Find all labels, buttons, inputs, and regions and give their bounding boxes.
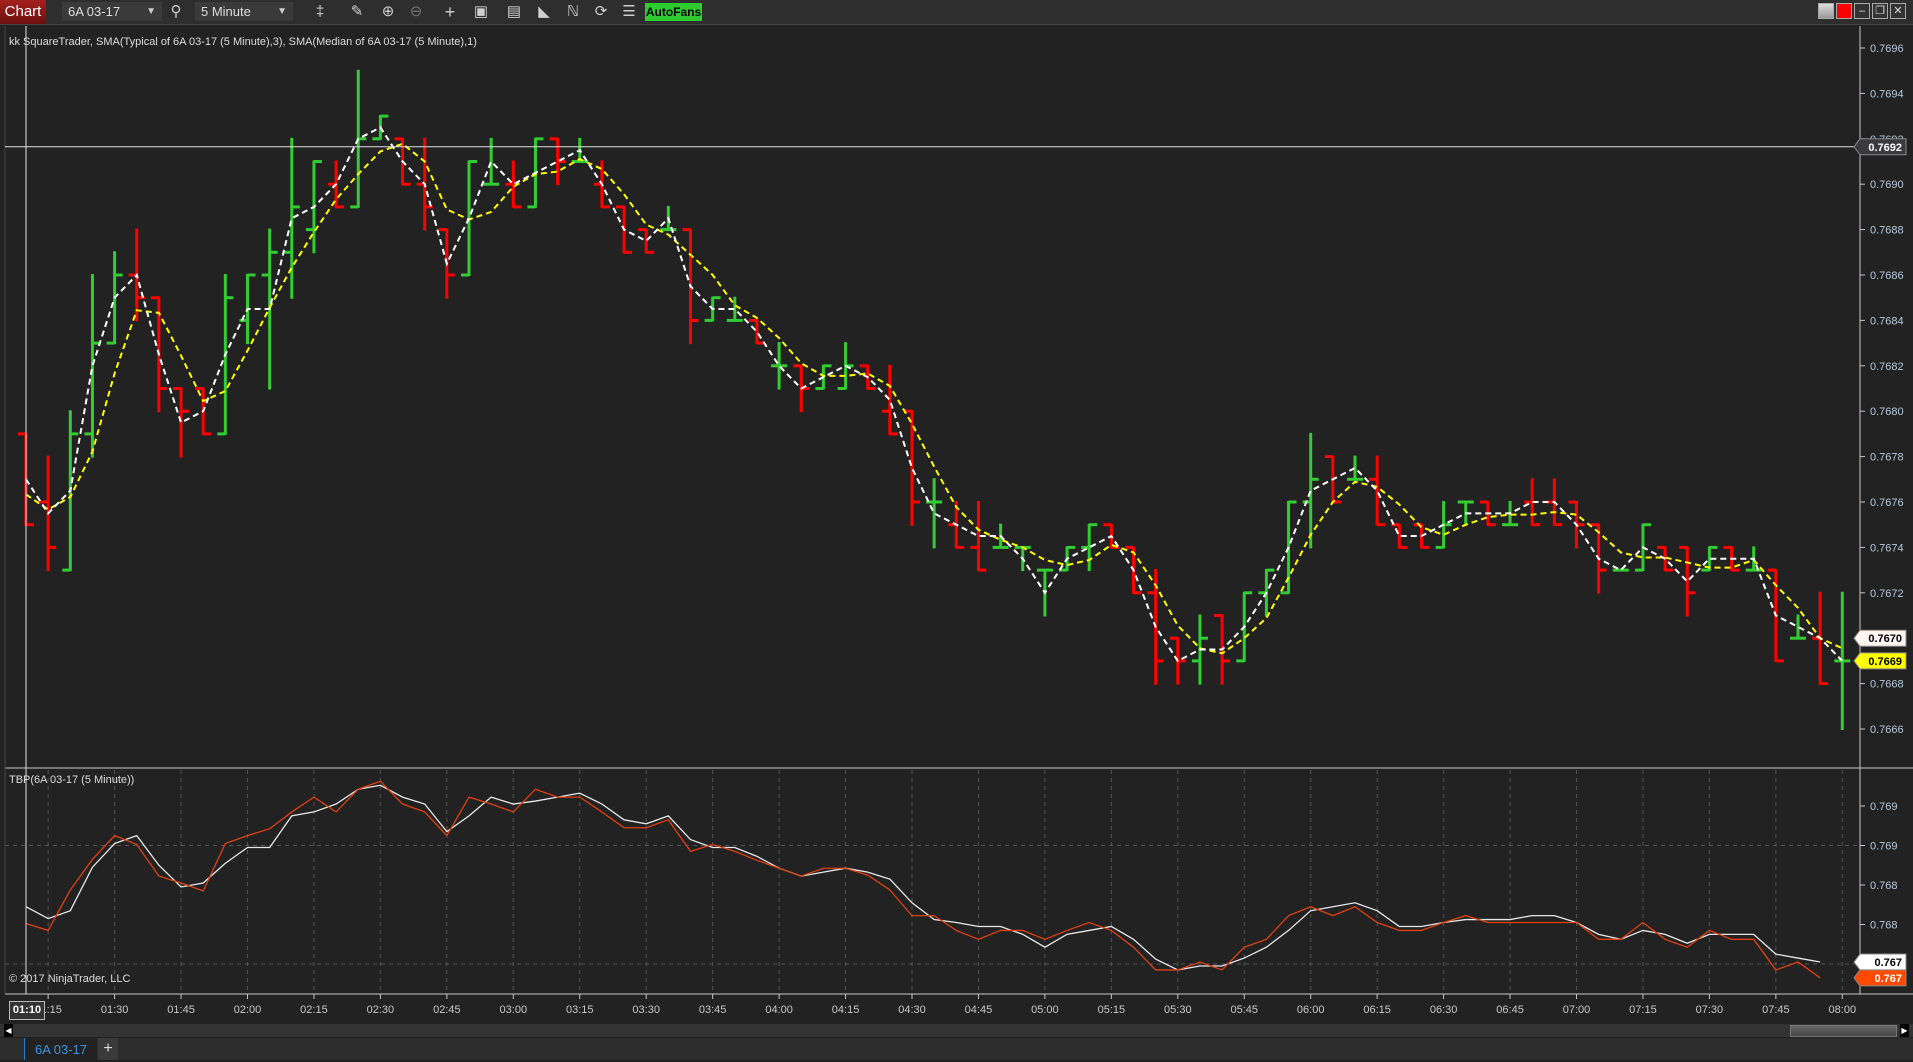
time-tick-label: 05:45 — [1230, 1004, 1258, 1016]
minimize-icon[interactable]: – — [1854, 3, 1870, 19]
price-tick-label: 0.7688 — [1870, 225, 1904, 237]
pencil-icon[interactable]: ✎ — [347, 2, 367, 22]
instrument-value: 6A 03-17 — [68, 4, 121, 19]
reload-icon[interactable]: ⟳ — [591, 2, 611, 22]
time-tick-label: 04:15 — [832, 1004, 860, 1016]
price-tick-label: 0.7676 — [1870, 497, 1904, 509]
time-tick-label: 07:15 — [1629, 1004, 1657, 1016]
add-tab-button[interactable]: + — [98, 1038, 118, 1060]
bar-spacing-icon[interactable]: ▤ — [504, 2, 524, 22]
tbp-tick-label: 0.768 — [1870, 920, 1898, 932]
tbp-line-2 — [25, 780, 1821, 979]
chart-tab-bar: 6A 03-17 + — [0, 1038, 1913, 1060]
template-icon[interactable]: ◣ — [534, 2, 554, 22]
time-tick-label: 01:45 — [167, 1004, 195, 1016]
chart-toolbar: Chart 6A 03-17 ▼ ⚲ 5 Minute ▼ ‡ ✎ ⊕ ⊖ + ▣ … — [0, 0, 1913, 25]
time-tick-label: 08:00 — [1829, 1004, 1857, 1016]
time-tick-label: 03:45 — [699, 1004, 727, 1016]
price-bars — [18, 69, 1851, 730]
tbp-tick-label: 0.769 — [1870, 841, 1898, 853]
horizontal-scrollbar[interactable]: ◀ ▶ — [0, 1024, 1913, 1037]
chevron-down-icon: ▼ — [277, 6, 287, 17]
autofans-button[interactable]: AutoFans — [645, 3, 702, 21]
time-tick-label: 04:45 — [965, 1004, 993, 1016]
time-tick-label: 01:30 — [101, 1004, 129, 1016]
time-tick-label: 05:30 — [1164, 1004, 1192, 1016]
restore-icon[interactable]: ❐ — [1872, 3, 1888, 19]
price-tick-label: 0.7682 — [1870, 361, 1904, 373]
time-tick-label: 03:30 — [632, 1004, 660, 1016]
instrument-selector[interactable]: 6A 03-17 ▼ — [62, 2, 162, 21]
price-tick-label: 0.7696 — [1870, 43, 1904, 55]
strategy-icon[interactable]: ℕ — [563, 2, 583, 22]
sma-typical-line — [25, 142, 1843, 655]
time-tick-label: 07:30 — [1696, 1004, 1724, 1016]
close-icon[interactable]: ✕ — [1890, 3, 1906, 19]
scroll-left-icon[interactable]: ◀ — [4, 1024, 13, 1037]
time-tick-label: 02:00 — [234, 1004, 262, 1016]
zoom-in-icon[interactable]: ⊕ — [378, 2, 398, 22]
time-tick-label: 02:30 — [367, 1004, 395, 1016]
price-marker: 0.7670 — [1868, 633, 1902, 645]
price-markers: 0.7692 0.7670 0.7669 0.767 0.767 — [1853, 138, 1907, 987]
properties-icon[interactable]: ☰ — [619, 2, 639, 22]
time-tick-label: 05:15 — [1098, 1004, 1126, 1016]
time-tick-label: 02:15 — [300, 1004, 328, 1016]
tbp-line-1 — [25, 784, 1821, 971]
time-tick-label: 06:15 — [1363, 1004, 1391, 1016]
tab-6a-03-17[interactable]: 6A 03-17 — [24, 1038, 97, 1060]
crosshair-icon[interactable]: + — [440, 2, 460, 22]
time-tick-label: 03:15 — [566, 1004, 594, 1016]
price-tick-label: 0.7684 — [1870, 315, 1904, 327]
chevron-down-icon: ▼ — [146, 6, 156, 17]
time-tick-label: 03:00 — [500, 1004, 528, 1016]
indicator-label: kk SquareTrader, SMA(Typical of 6A 03-17… — [9, 36, 477, 48]
time-tick-label: 04:00 — [765, 1004, 793, 1016]
search-icon[interactable]: ⚲ — [166, 2, 186, 22]
time-tick-label: 06:00 — [1297, 1004, 1325, 1016]
time-tick-label: 06:45 — [1496, 1004, 1524, 1016]
time-tick-label: 07:00 — [1563, 1004, 1591, 1016]
bar-type-icon[interactable]: ‡ — [310, 2, 330, 22]
tbp-marker: 0.767 — [1874, 973, 1902, 985]
scroll-right-icon[interactable]: ▶ — [1900, 1024, 1909, 1037]
tbp-marker: 0.767 — [1874, 957, 1902, 969]
copyright-text: © 2017 NinjaTrader, LLC — [9, 973, 131, 985]
chart-window-title: Chart — [0, 0, 46, 24]
tbp-lines — [25, 780, 1821, 979]
price-tick-label: 0.7694 — [1870, 88, 1904, 100]
scrollbar-thumb[interactable] — [1790, 1025, 1897, 1037]
chart-area[interactable]: 0.76960.76940.76920.76900.76880.76860.76… — [0, 25, 1913, 1025]
data-box-icon[interactable]: ▣ — [471, 2, 491, 22]
time-tick-label: 02:45 — [433, 1004, 461, 1016]
time-tick-label: 04:30 — [898, 1004, 926, 1016]
link-red-button[interactable] — [1836, 3, 1852, 19]
price-tick-label: 0.7680 — [1870, 406, 1904, 418]
link-gray-button[interactable] — [1818, 3, 1834, 19]
crosshair-time-label: 01:10 — [9, 1001, 45, 1020]
interval-selector[interactable]: 5 Minute ▼ — [195, 2, 293, 21]
tbp-tick-label: 0.769 — [1870, 801, 1898, 813]
price-tick-label: 0.7668 — [1870, 679, 1904, 691]
price-tick-label: 0.7678 — [1870, 452, 1904, 464]
crosshair-price-label: 0.7692 — [1868, 142, 1902, 154]
lower-panel-grid — [5, 770, 1860, 994]
price-tick-label: 0.7690 — [1870, 179, 1904, 191]
price-tick-label: 0.7672 — [1870, 588, 1904, 600]
price-tick-label: 0.7686 — [1870, 270, 1904, 282]
time-tick-label: 06:30 — [1430, 1004, 1458, 1016]
time-tick-label: 07:45 — [1762, 1004, 1790, 1016]
zoom-out-icon[interactable]: ⊖ — [406, 2, 426, 22]
interval-value: 5 Minute — [201, 4, 251, 19]
tbp-indicator-label: TBP(6A 03-17 (5 Minute)) — [9, 774, 135, 786]
tbp-tick-label: 0.768 — [1870, 880, 1898, 892]
price-tick-label: 0.7674 — [1870, 542, 1904, 554]
price-tick-label: 0.7666 — [1870, 724, 1904, 736]
time-tick-label: 05:00 — [1031, 1004, 1059, 1016]
price-marker: 0.7669 — [1868, 656, 1902, 668]
